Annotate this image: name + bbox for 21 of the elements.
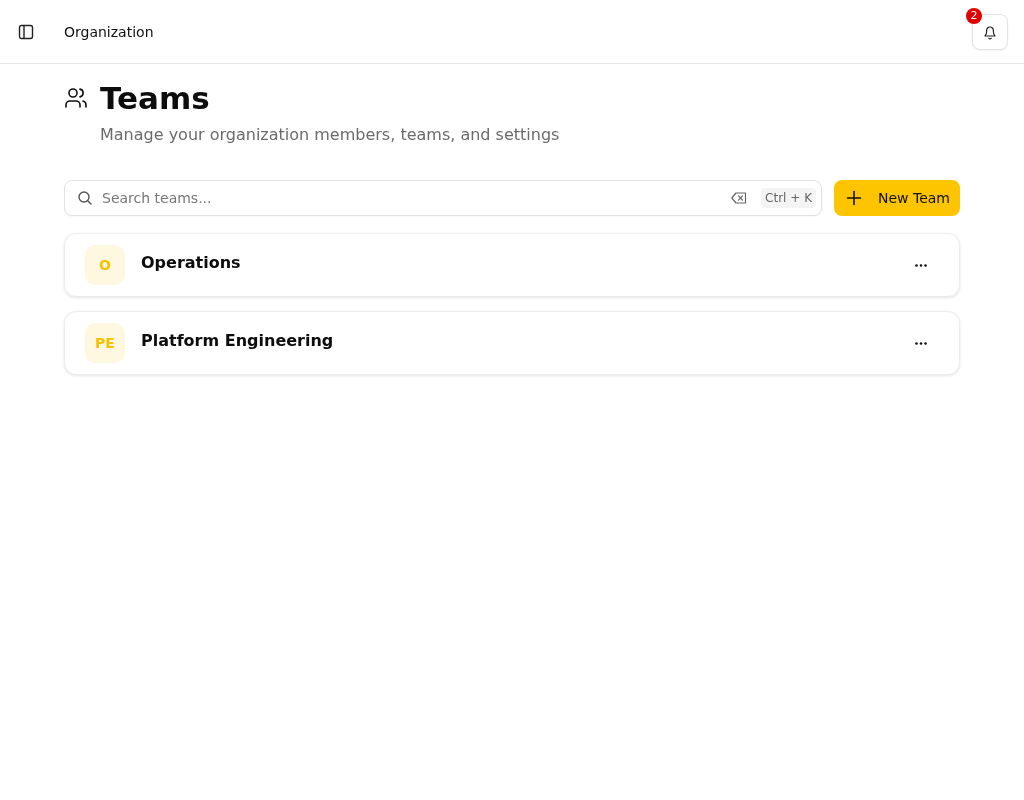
- team-card[interactable]: PE Platform Engineering: [64, 311, 960, 375]
- page-subtitle: Manage your organization members, teams, and settings: [100, 124, 561, 146]
- notifications-button[interactable]: [972, 13, 1008, 50]
- page-title: Teams: [100, 79, 210, 118]
- team-avatar: PE: [85, 323, 125, 363]
- team-name: Platform Engineering: [141, 330, 334, 350]
- breadcrumb-title: Organization: [64, 23, 154, 40]
- keyboard-shortcut-hint: Ctrl + K: [761, 188, 816, 208]
- backspace-icon[interactable]: [731, 192, 747, 204]
- sidebar-panel-icon: [18, 23, 34, 40]
- team-card[interactable]: O Operations: [64, 233, 960, 297]
- team-avatar: O: [85, 245, 125, 285]
- users-icon: [64, 86, 88, 110]
- more-dots-icon: [915, 263, 927, 267]
- team-name: Operations: [141, 252, 241, 272]
- new-team-button[interactable]: New Team: [834, 180, 960, 216]
- plus-icon: [846, 190, 862, 206]
- more-dots-icon: [915, 341, 927, 345]
- notification-count-badge: 2: [966, 7, 982, 24]
- bell-icon: [982, 23, 998, 40]
- search-icon: [77, 190, 93, 206]
